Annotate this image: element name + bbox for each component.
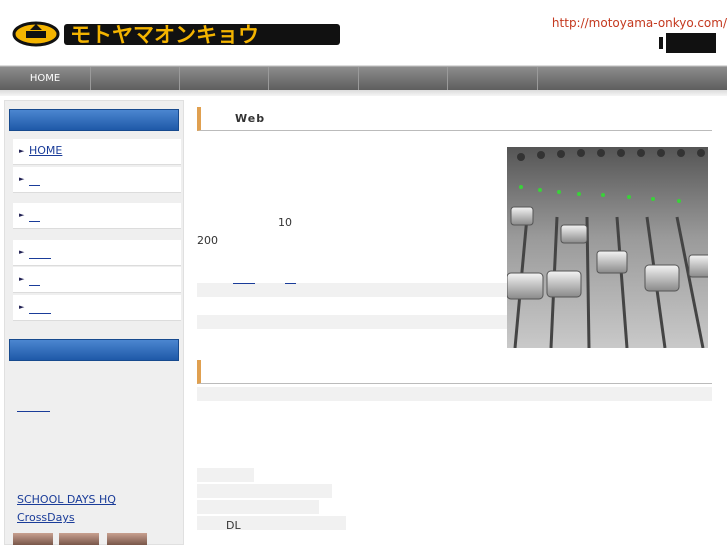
sidebar-works-header	[9, 339, 179, 361]
nav-shadow	[0, 90, 727, 96]
nav-item-home[interactable]: HOME	[0, 67, 91, 91]
sidebar-item-2[interactable]: ►	[13, 167, 181, 193]
arrow-right-icon: ►	[19, 303, 25, 311]
sidebar-item-label[interactable]	[29, 172, 40, 188]
sidebar-item-6[interactable]: ►	[13, 295, 181, 321]
nav-item-3[interactable]	[180, 67, 269, 91]
sidebar-item-home[interactable]: ► HOME	[13, 139, 181, 165]
nav-item-4[interactable]	[269, 67, 359, 91]
value-two-hundred: 200	[197, 234, 218, 247]
sidebar-link[interactable]	[17, 398, 50, 414]
arrow-right-icon: ►	[19, 147, 25, 155]
arrow-right-icon: ►	[19, 275, 25, 283]
site-logo[interactable]: モトヤマオンキョウ	[12, 19, 342, 49]
language-button[interactable]	[666, 33, 716, 53]
work-link-school-days[interactable]: SCHOOL DAYS HQ	[17, 493, 116, 506]
logo-text: モトヤマオンキョウ	[70, 23, 259, 47]
thumbnail-image[interactable]	[13, 533, 53, 545]
thumbnail-image[interactable]	[59, 533, 99, 545]
section-header-web: Web	[197, 107, 712, 131]
sidebar-item-label[interactable]	[29, 300, 51, 316]
arrow-right-icon: ►	[19, 248, 25, 256]
nav-item-5[interactable]	[359, 67, 448, 91]
sidebar-item-5[interactable]: ►	[13, 267, 181, 293]
section-title: Web	[235, 112, 266, 125]
text-row-stripe	[197, 315, 507, 329]
text-row-stripe	[197, 484, 332, 498]
sidebar-item-label[interactable]	[29, 272, 40, 288]
sidebar-item-label[interactable]	[29, 245, 51, 261]
section-header-2	[197, 360, 712, 384]
sidebar-item-4[interactable]: ►	[13, 240, 181, 266]
sidebar-item-label[interactable]: HOME	[29, 144, 62, 157]
content-link[interactable]	[233, 270, 255, 286]
site-header: モトヤマオンキョウ http://motoyama-onkyo.com/	[0, 0, 727, 66]
thumbnail-image[interactable]	[107, 533, 147, 545]
value-ten: 10	[278, 216, 292, 229]
nav-item-2[interactable]	[91, 67, 180, 91]
sidebar-item-label[interactable]	[29, 208, 40, 224]
language-divider	[659, 37, 663, 49]
sidebar-menu-header	[9, 109, 179, 131]
content-link[interactable]	[285, 270, 296, 286]
mixing-console-image	[507, 147, 708, 348]
arrow-right-icon: ►	[19, 175, 25, 183]
work-link-crossdays[interactable]: CrossDays	[17, 511, 75, 524]
main-nav: HOME	[0, 66, 727, 91]
text-row-stripe	[197, 468, 254, 482]
sidebar: ► HOME ► ► ► ► ► SCHOOL DAYS HQ CrossDay…	[4, 100, 184, 545]
site-url[interactable]: http://motoyama-onkyo.com/	[552, 16, 727, 30]
text-row-stripe	[197, 500, 319, 514]
sidebar-item-3[interactable]: ►	[13, 203, 181, 229]
download-label: DL	[226, 519, 241, 532]
text-row-stripe	[197, 516, 346, 530]
arrow-right-icon: ►	[19, 211, 25, 219]
nav-item-6[interactable]	[448, 67, 538, 91]
text-row-stripe	[197, 387, 712, 401]
